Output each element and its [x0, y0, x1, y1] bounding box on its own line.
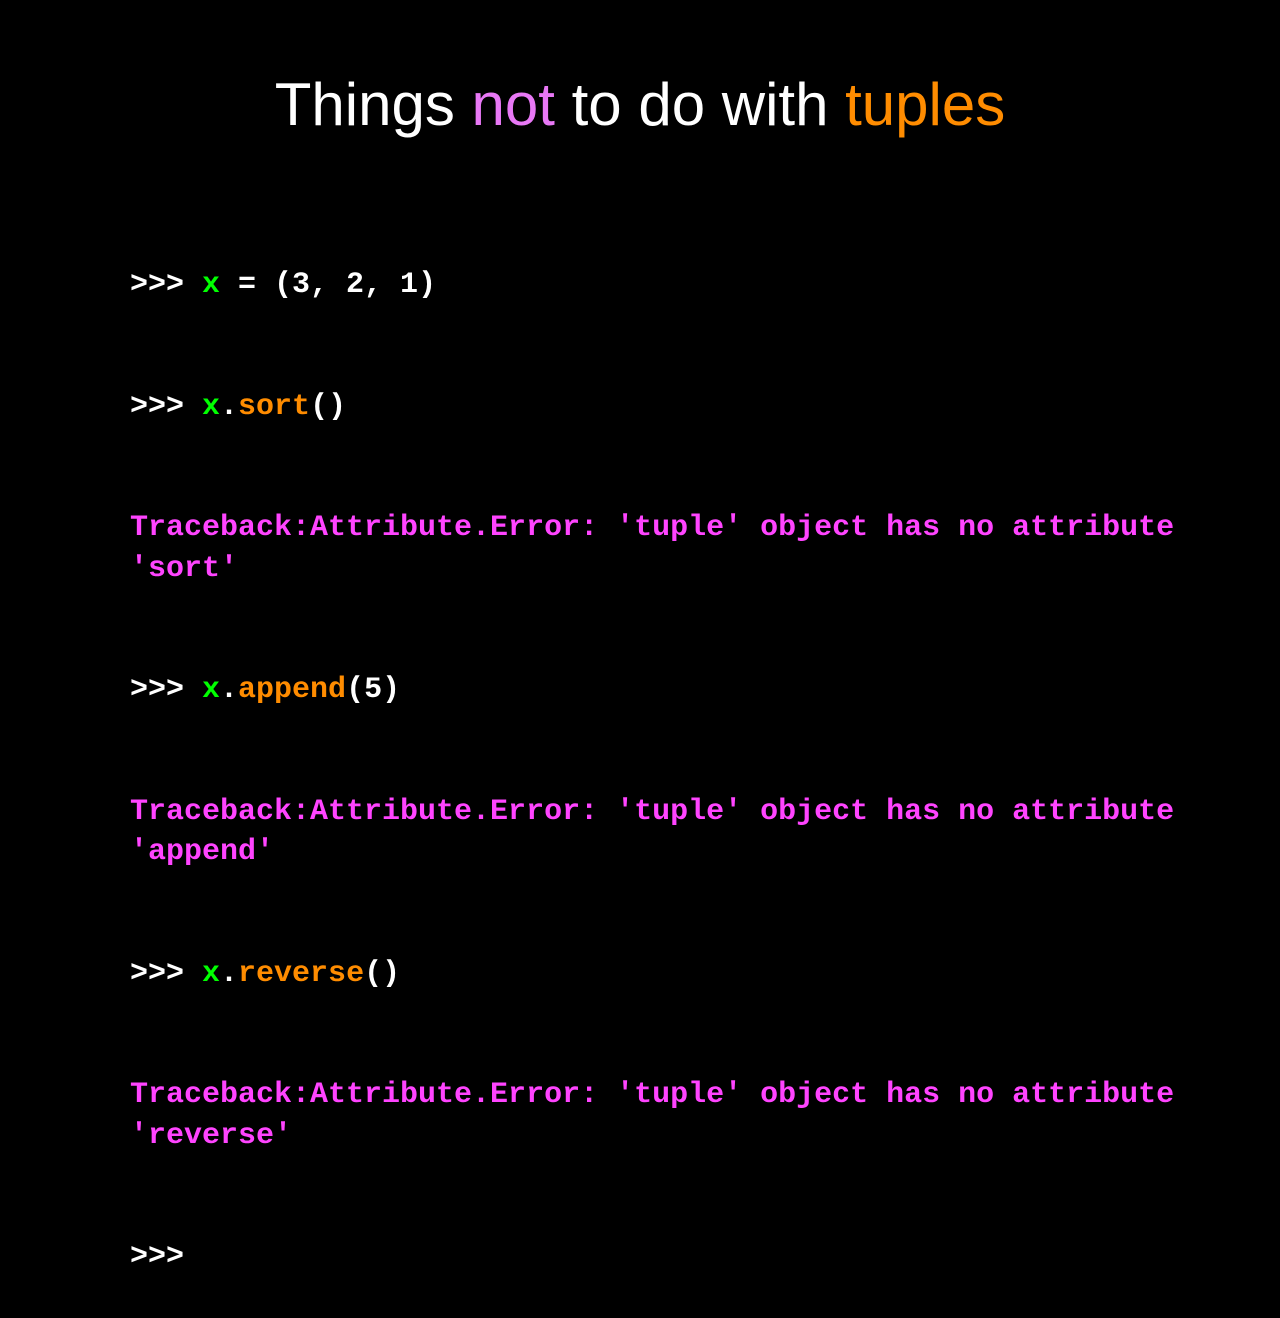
traceback-reverse: Traceback:Attribute.Error: 'tuple' objec…: [130, 1075, 1180, 1156]
code-block: >>> x = (3, 2, 1) >>> x.sort() Traceback…: [0, 184, 1280, 1318]
code-line-4: >>> x.append(5): [130, 670, 1180, 711]
prompt-final: >>>: [130, 1237, 1180, 1278]
title-highlight-tuples: tuples: [845, 71, 1005, 138]
method-reverse: reverse: [238, 957, 364, 991]
prompt: >>>: [130, 957, 202, 991]
title-highlight-not: not: [472, 71, 555, 138]
title-part2: to do with: [555, 71, 845, 138]
assignment: = (3, 2, 1): [220, 268, 436, 302]
dot: .: [220, 673, 238, 707]
method-append: append: [238, 673, 346, 707]
dot: .: [220, 390, 238, 424]
prompt: >>>: [130, 390, 202, 424]
traceback-sort: Traceback:Attribute.Error: 'tuple' objec…: [130, 508, 1180, 589]
dot: .: [220, 957, 238, 991]
code-line-1: >>> x = (3, 2, 1): [130, 265, 1180, 306]
variable: x: [202, 390, 220, 424]
method-sort: sort: [238, 390, 310, 424]
variable: x: [202, 957, 220, 991]
code-line-2: >>> x.sort(): [130, 387, 1180, 428]
code-line-6: >>> x.reverse(): [130, 954, 1180, 995]
prompt: >>>: [130, 673, 202, 707]
parens: (): [364, 957, 400, 991]
parens: (): [310, 390, 346, 424]
title-part1: Things: [275, 71, 472, 138]
traceback-append: Traceback:Attribute.Error: 'tuple' objec…: [130, 792, 1180, 873]
variable: x: [202, 268, 220, 302]
slide-title: Things not to do with tuples: [0, 0, 1280, 184]
prompt: >>>: [130, 268, 202, 302]
variable: x: [202, 673, 220, 707]
parens: (5): [346, 673, 400, 707]
